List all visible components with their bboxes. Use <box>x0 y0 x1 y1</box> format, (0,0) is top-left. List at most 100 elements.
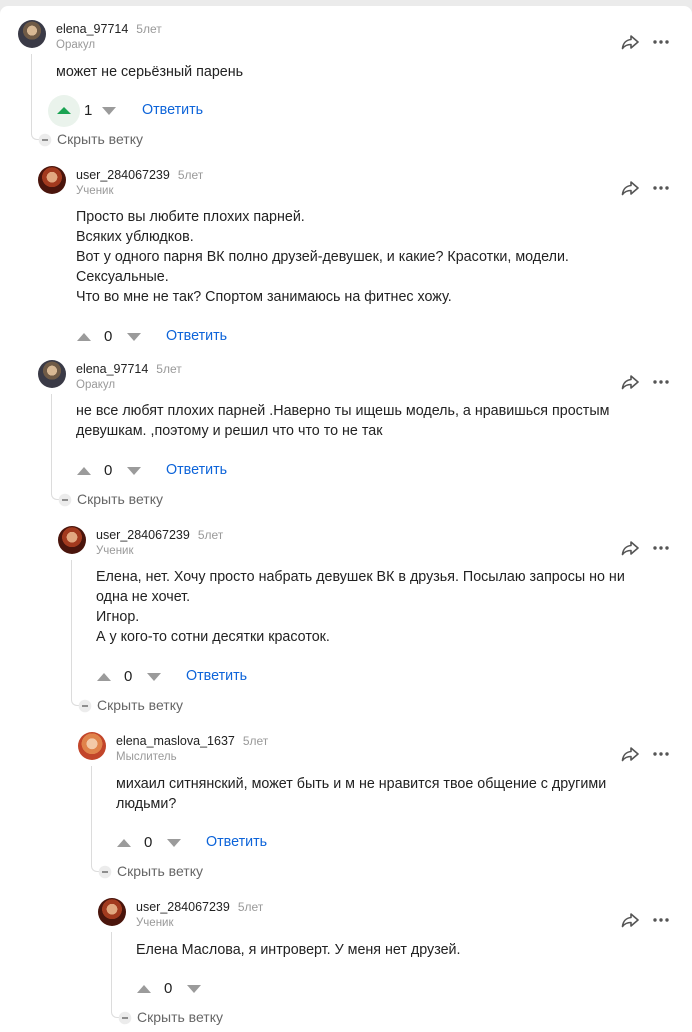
reply-link[interactable]: Ответить <box>166 328 227 344</box>
comment-author[interactable]: elena_97714 5лет <box>56 22 162 36</box>
vote-count: 0 <box>144 834 153 851</box>
upvote-arrow-icon[interactable] <box>76 463 92 479</box>
avatar[interactable] <box>58 526 86 554</box>
author-rank: Ученик <box>76 185 114 197</box>
author-rank: Мыслитель <box>116 751 177 763</box>
comment-text-line: Что во мне не так? Спортом занимаюсь на … <box>76 289 452 305</box>
author-rank: Оракул <box>56 39 96 51</box>
comments-thread: elena_97714 5лет Оракул может не серьёзны… <box>0 6 692 1032</box>
more-icon[interactable] <box>652 32 670 52</box>
vote-bar: 0 Ответить <box>96 665 296 689</box>
thread-line <box>31 54 39 140</box>
comment-text-line: Сексуальные. <box>76 269 169 285</box>
thread-line <box>91 766 99 872</box>
comment-author[interactable]: elena_maslova_1637 5лет <box>116 734 268 748</box>
comment-age: 5лет <box>177 168 204 182</box>
comment-text: не все любят плохих парней .Наверно ты и… <box>76 401 609 441</box>
more-icon[interactable] <box>652 910 670 930</box>
share-icon[interactable] <box>620 538 640 558</box>
collapse-minus-icon <box>118 1011 132 1025</box>
share-icon[interactable] <box>620 178 640 198</box>
hide-branch-label: Скрыть ветку <box>137 1009 223 1025</box>
hide-branch-label: Скрыть ветку <box>77 491 163 507</box>
comment-text-line: людьми? <box>116 796 177 812</box>
comment-age: 5лет <box>156 362 182 376</box>
comment-text-line: одна не хочет. <box>96 589 191 605</box>
avatar[interactable] <box>38 166 66 194</box>
reply-link[interactable]: Ответить <box>142 102 203 118</box>
vote-bar: 0 Ответить <box>116 831 316 855</box>
comment-text-line: Вот у одного парня ВК полно друзей-девуш… <box>76 249 569 265</box>
comment-text: может не серьёзный парень <box>56 62 243 82</box>
upvote-arrow-icon[interactable] <box>96 669 112 685</box>
reply-link[interactable]: Ответить <box>186 668 247 684</box>
thread-line <box>71 560 79 706</box>
more-icon[interactable] <box>652 178 670 198</box>
downvote-arrow-icon[interactable] <box>186 981 202 997</box>
share-icon[interactable] <box>620 32 640 52</box>
comment-text-line: девушкам. ,поэтому и решил что что то не… <box>76 423 383 439</box>
author-rank: Ученик <box>96 545 134 557</box>
more-icon[interactable] <box>652 538 670 558</box>
comment-text: Елена, нет. Хочу просто набрать девушек … <box>96 567 625 647</box>
vote-bar: 0 Ответить <box>76 459 276 483</box>
thread-line <box>51 394 59 500</box>
comment-text-line: Елена Маслова, я интроверт. У меня нет д… <box>136 942 461 958</box>
reply-link[interactable]: Ответить <box>166 462 227 478</box>
vote-bar: 0 Ответить <box>76 325 276 349</box>
avatar[interactable] <box>18 20 46 48</box>
comment-text-line: михаил ситнянский, может быть и м не нра… <box>116 776 607 792</box>
downvote-arrow-icon[interactable] <box>126 463 142 479</box>
avatar[interactable] <box>38 360 66 388</box>
vote-count: 1 <box>84 102 93 119</box>
comment-text: Просто вы любите плохих парней. Всяких у… <box>76 207 569 307</box>
downvote-arrow-icon[interactable] <box>146 669 162 685</box>
vote-count: 0 <box>164 980 173 997</box>
comment-text: михаил ситнянский, может быть и м не нра… <box>116 774 606 814</box>
upvote-arrow-icon[interactable] <box>48 95 80 127</box>
comment-author[interactable]: user_284067239 5лет <box>76 168 203 182</box>
more-icon[interactable] <box>652 744 670 764</box>
share-icon[interactable] <box>620 372 640 392</box>
comment-author[interactable]: user_284067239 5лет <box>136 900 263 914</box>
avatar[interactable] <box>98 898 126 926</box>
downvote-arrow-icon[interactable] <box>101 103 117 119</box>
comment-text-line: не все любят плохих парней .Наверно ты и… <box>76 403 610 419</box>
hide-branch-label: Скрыть ветку <box>57 131 143 147</box>
comment-text-line: Игнор. <box>96 609 140 625</box>
comment-text-line: может не серьёзный парень <box>56 64 244 80</box>
comment-author[interactable]: user_284067239 5лет <box>96 528 223 542</box>
collapse-minus-icon <box>38 133 52 147</box>
comment-author[interactable]: elena_97714 5лет <box>76 362 182 376</box>
hide-branch-label: Скрыть ветку <box>117 863 203 879</box>
comment-text-line: Елена, нет. Хочу просто набрать девушек … <box>96 569 625 585</box>
more-icon[interactable] <box>652 372 670 392</box>
upvote-arrow-icon[interactable] <box>136 981 152 997</box>
downvote-arrow-icon[interactable] <box>126 329 142 345</box>
comment-age: 5лет <box>242 734 269 748</box>
reply-link[interactable]: Ответить <box>206 834 267 850</box>
comment-age: 5лет <box>136 22 162 36</box>
vote-count: 0 <box>124 668 133 685</box>
collapse-minus-icon <box>98 865 112 879</box>
thread-line <box>111 932 119 1018</box>
downvote-arrow-icon[interactable] <box>166 835 182 851</box>
share-icon[interactable] <box>620 744 640 764</box>
hide-branch-label: Скрыть ветку <box>97 697 183 713</box>
author-rank: Оракул <box>76 379 116 391</box>
upvote-arrow-icon[interactable] <box>76 329 92 345</box>
avatar[interactable] <box>78 732 106 760</box>
comment-text-line: Просто вы любите плохих парней. <box>76 209 305 225</box>
collapse-minus-icon <box>58 493 72 507</box>
comment-age: 5лет <box>197 528 224 542</box>
vote-count: 0 <box>104 328 113 345</box>
comment-text: Елена Маслова, я интроверт. У меня нет д… <box>136 940 461 960</box>
author-rank: Ученик <box>136 917 174 929</box>
collapse-minus-icon <box>78 699 92 713</box>
share-icon[interactable] <box>620 910 640 930</box>
vote-count: 0 <box>104 462 113 479</box>
vote-bar: 0 <box>136 977 256 1001</box>
upvote-arrow-icon[interactable] <box>116 835 132 851</box>
comment-age: 5лет <box>237 900 264 914</box>
comment-text-line: А у кого-то сотни десятки красоток. <box>96 629 330 645</box>
